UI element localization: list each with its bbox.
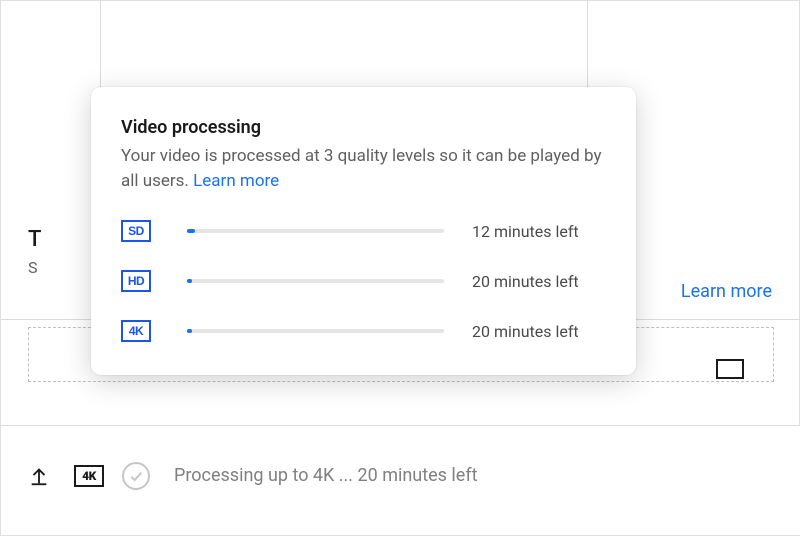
status-text: Processing up to 4K ... 20 minutes left — [174, 465, 477, 486]
app-frame: T S Learn more Video processing Your vid… — [0, 0, 800, 536]
upload-status-bar: 4K Processing up to 4K ... 20 minutes le… — [1, 425, 800, 535]
check-circle-icon — [122, 462, 150, 490]
fourk-progress-track — [187, 329, 444, 333]
upload-icon — [28, 465, 50, 487]
fourk-time-left: 20 minutes left — [472, 322, 610, 341]
hd-progress-track — [187, 279, 444, 283]
learn-more-link-secondary[interactable]: Learn more — [681, 281, 772, 302]
learn-more-link[interactable]: Learn more — [193, 171, 279, 191]
video-processing-popover: Video processing Your video is processed… — [91, 87, 636, 375]
popover-heading: Video processing — [121, 117, 610, 138]
quality-row-hd: HD 20 minutes left — [121, 261, 610, 301]
hd-progress-fill — [187, 279, 192, 283]
fourk-progress-fill — [187, 329, 192, 333]
quality-row-4k: 4K 20 minutes left — [121, 311, 610, 351]
bg-section-title: T — [28, 227, 41, 252]
partial-4k-badge — [716, 359, 744, 379]
fourk-badge-icon: 4K — [121, 320, 151, 342]
sd-progress-track — [187, 229, 444, 233]
sd-badge-icon: SD — [121, 220, 151, 242]
popover-description: Your video is processed at 3 quality lev… — [121, 144, 610, 193]
quality-row-sd: SD 12 minutes left — [121, 211, 610, 251]
sd-progress-fill — [187, 229, 195, 233]
hd-badge-icon: HD — [121, 270, 151, 292]
hd-time-left: 20 minutes left — [472, 272, 610, 291]
sd-time-left: 12 minutes left — [472, 222, 610, 241]
status-4k-badge-icon: 4K — [74, 465, 104, 487]
